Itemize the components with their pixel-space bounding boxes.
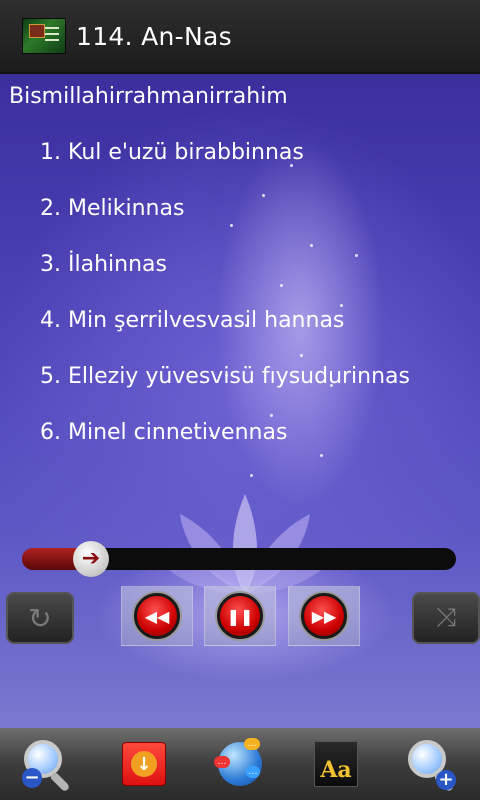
- lotus-decoration: [150, 494, 340, 594]
- share-globe-icon: … … …: [214, 738, 262, 786]
- repeat-icon: ↻: [28, 601, 52, 635]
- zoom-in-icon: +: [406, 738, 458, 793]
- download-button[interactable]: ↓: [118, 738, 170, 790]
- action-bar: 114. An-Nas: [0, 0, 480, 74]
- zoom-in-button[interactable]: +: [406, 738, 458, 793]
- zoom-out-button[interactable]: −: [22, 738, 74, 793]
- zoom-out-icon: −: [22, 738, 74, 793]
- shuffle-button[interactable]: ⤨: [412, 592, 480, 644]
- progress-knob[interactable]: ➔: [73, 541, 109, 577]
- rewind-button[interactable]: ◀◀: [121, 586, 193, 646]
- verse-6: 6. Minel cinnetivennas: [40, 420, 288, 445]
- shuffle-icon: ⤨: [435, 602, 457, 633]
- share-button[interactable]: … … …: [214, 738, 266, 790]
- fast-forward-icon: ▶▶: [301, 593, 347, 639]
- fast-forward-button[interactable]: ▶▶: [288, 586, 360, 646]
- pause-icon: ❚❚: [217, 593, 263, 639]
- page-title: 114. An-Nas: [76, 21, 232, 51]
- verse-3: 3. İlahinnas: [40, 252, 167, 277]
- bottom-toolbar: − ↓ … … … Aa +: [0, 728, 480, 800]
- verse-5: 5. Elleziy yüvesvisü fıysudurinnas: [40, 364, 411, 389]
- quran-book-icon[interactable]: [22, 18, 66, 54]
- audio-progress-bar[interactable]: ➔: [22, 541, 456, 577]
- arrow-right-icon: ➔: [81, 546, 101, 571]
- font-size-button[interactable]: Aa: [310, 738, 362, 790]
- repeat-button[interactable]: ↻: [6, 592, 74, 644]
- verse-4: 4. Min şerrilvesvasil hannas: [40, 308, 345, 333]
- download-icon: ↓: [122, 742, 166, 786]
- bismillah-text: Bismillahirrahmanirrahim: [9, 84, 288, 109]
- verse-1: 1. Kul e'uzü birabbinnas: [40, 140, 304, 165]
- pause-button[interactable]: ❚❚: [204, 586, 276, 646]
- content-area: Bismillahirrahmanirrahim 1. Kul e'uzü bi…: [0, 74, 480, 728]
- rewind-icon: ◀◀: [134, 593, 180, 639]
- verse-2: 2. Melikinnas: [40, 196, 185, 221]
- font-icon: Aa: [314, 741, 358, 787]
- font-label: Aa: [320, 757, 352, 783]
